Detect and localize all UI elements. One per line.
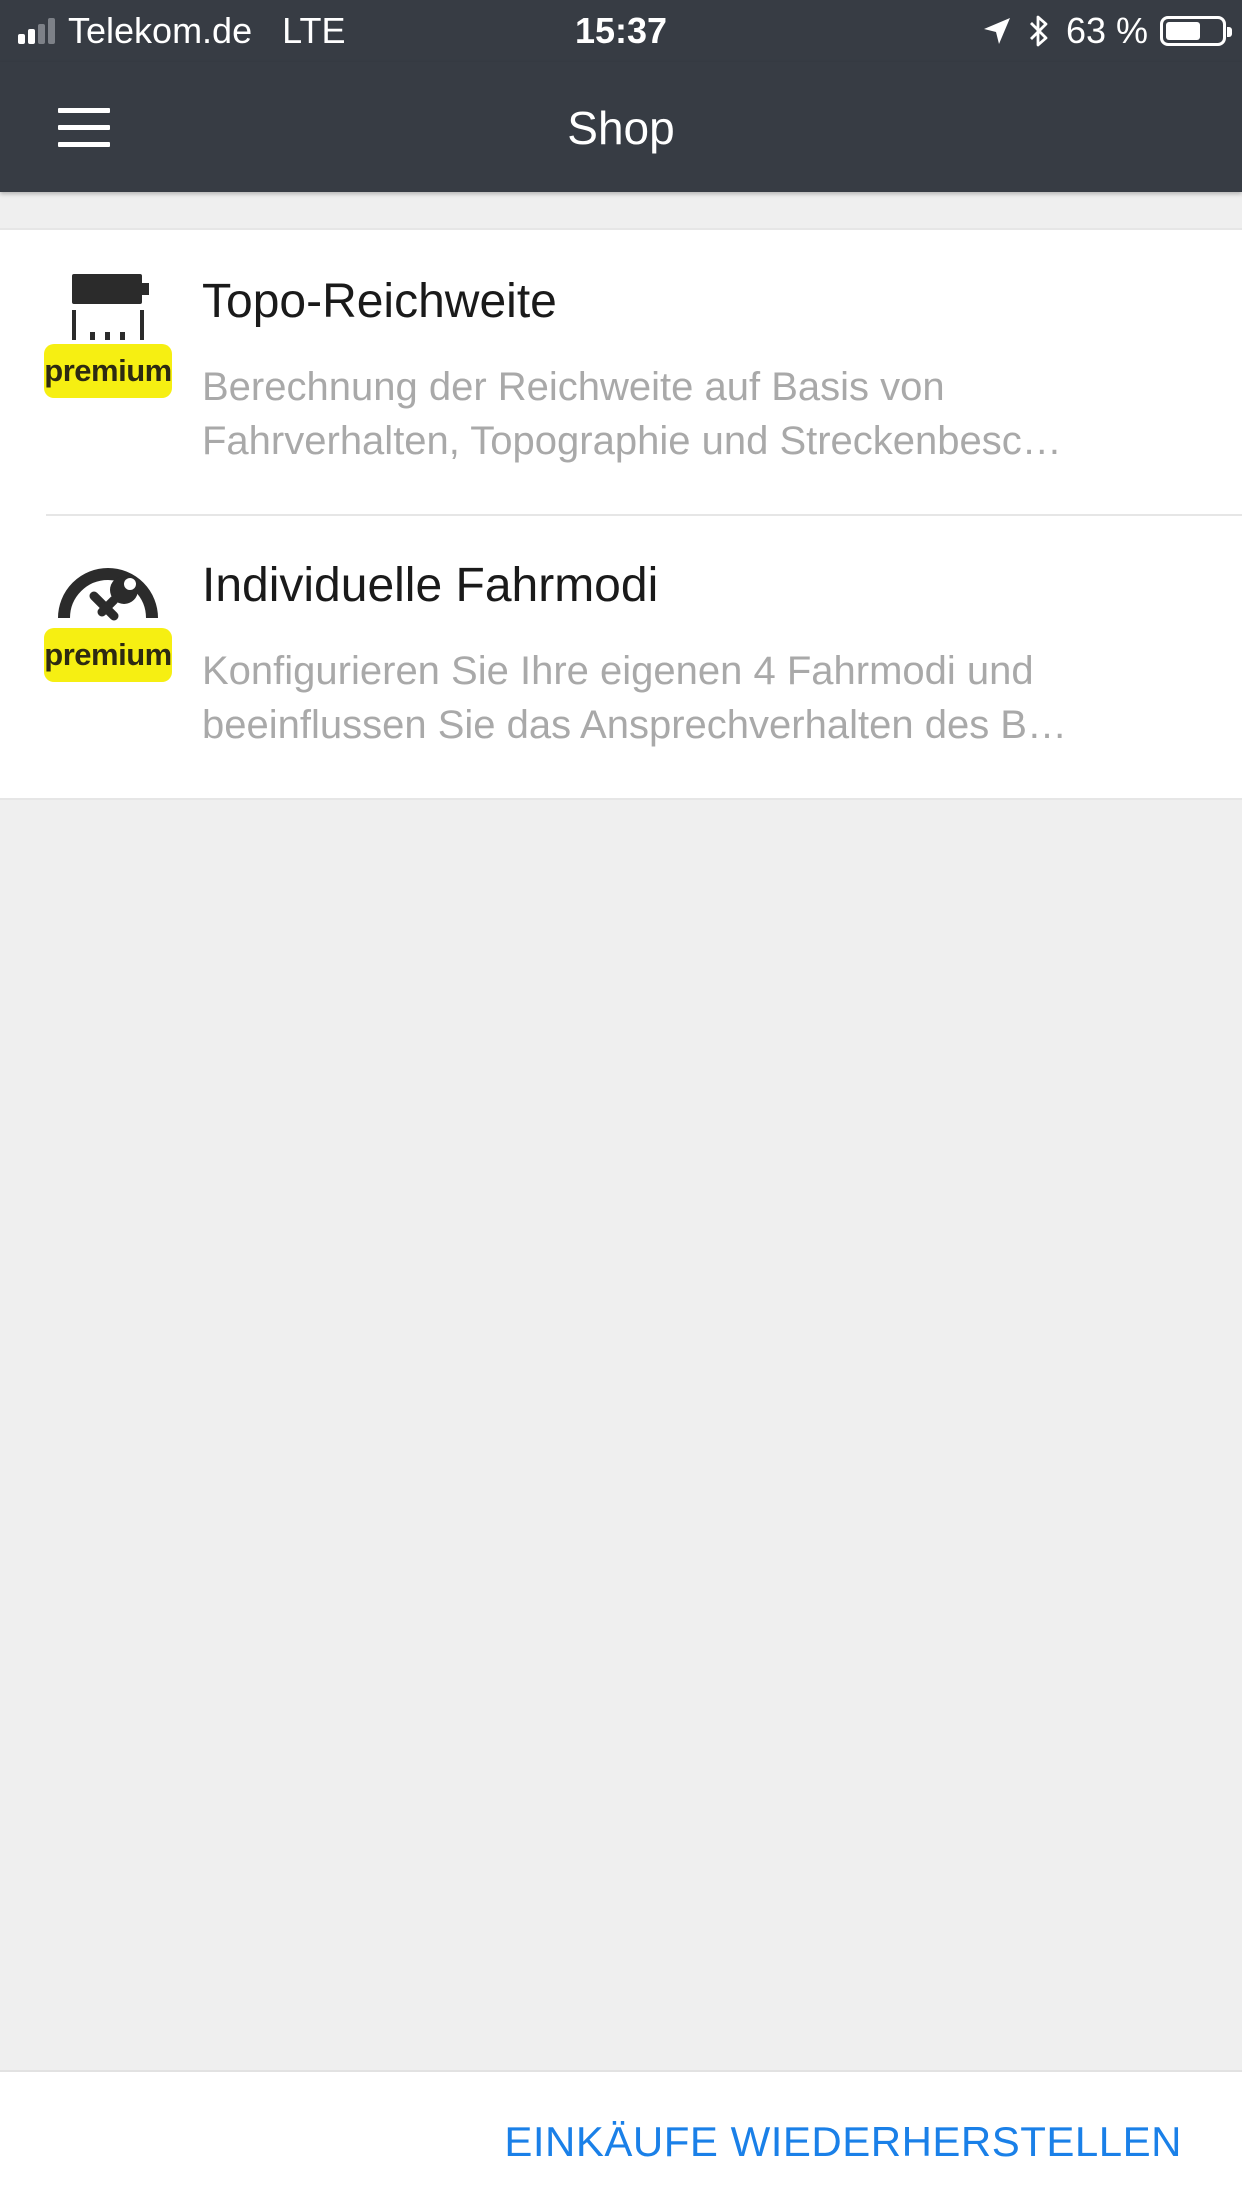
location-arrow-icon bbox=[982, 16, 1012, 46]
restore-purchases-button[interactable]: EINKÄUFE WIEDERHERSTELLEN bbox=[504, 2112, 1182, 2172]
navigation-bar: Shop bbox=[0, 62, 1242, 192]
product-item-individuelle-fahrmodi[interactable]: premium Individuelle Fahrmodi Konfigurie… bbox=[0, 514, 1242, 798]
product-description-line: Fahrverhalten, Topographie und Streckenb… bbox=[202, 419, 1062, 463]
product-description-line: Berechnung der Reichweite auf Basis von bbox=[202, 365, 945, 409]
battery-fill bbox=[1166, 22, 1200, 40]
battery-percentage: 63 % bbox=[1065, 10, 1148, 51]
status-right: 63 % bbox=[982, 10, 1232, 52]
product-list: premium Topo-Reichweite Berechnung der R… bbox=[0, 228, 1242, 800]
product-title: Topo-Reichweite bbox=[202, 275, 557, 328]
divider bbox=[46, 514, 1242, 516]
battery-cap bbox=[1227, 27, 1232, 37]
product-title: Individuelle Fahrmodi bbox=[202, 559, 659, 612]
battery-icon bbox=[1160, 16, 1232, 46]
product-description: Konfigurieren Sie Ihre eigenen 4 Fahrmod… bbox=[202, 644, 1202, 752]
premium-badge: premium bbox=[44, 628, 172, 682]
speedometer-wrench-icon: premium bbox=[44, 556, 172, 682]
product-description-line: Konfigurieren Sie Ihre eigenen 4 Fahrmod… bbox=[202, 649, 1034, 693]
product-description: Berechnung der Reichweite auf Basis von … bbox=[202, 360, 1202, 468]
bluetooth-icon bbox=[1028, 14, 1050, 48]
status-bar: Telekom.de LTE 15:37 63 % bbox=[0, 0, 1242, 62]
battery-range-icon: premium bbox=[44, 272, 172, 398]
product-item-topo-reichweite[interactable]: premium Topo-Reichweite Berechnung der R… bbox=[0, 230, 1242, 514]
page-title: Shop bbox=[567, 102, 675, 154]
product-description-line: beeinflussen Sie das Ansprechverhalten d… bbox=[202, 703, 1067, 747]
footer-bar: EINKÄUFE WIEDERHERSTELLEN bbox=[0, 2070, 1242, 2210]
premium-badge: premium bbox=[44, 344, 172, 398]
